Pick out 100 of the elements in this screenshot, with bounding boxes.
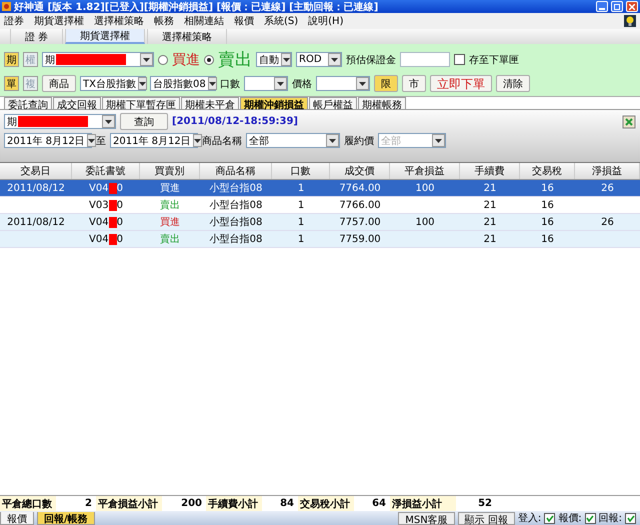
table-cell-text: 21 <box>482 232 498 246</box>
menu-item[interactable]: 證券 <box>4 14 24 28</box>
menu-item[interactable]: 相關連結 <box>184 14 224 28</box>
caret-icon <box>435 138 442 142</box>
account-dropdown[interactable]: 期 <box>42 52 154 67</box>
radio-button[interactable] <box>204 54 214 64</box>
column-header[interactable]: 手續費 <box>460 163 520 179</box>
account-dropdown[interactable]: 期 <box>4 114 116 129</box>
checkbox[interactable] <box>454 54 465 65</box>
clear-button[interactable]: 清除 <box>496 75 530 92</box>
menu-item[interactable]: 系統(S) <box>264 14 298 28</box>
submit-button[interactable]: 立即下單 <box>430 75 492 92</box>
tab[interactable]: 期權未平倉 <box>181 97 239 109</box>
toggle-button[interactable]: 單 <box>4 76 19 91</box>
dropdown-button[interactable] <box>138 77 147 90</box>
column-header[interactable]: 淨損益 <box>575 163 640 179</box>
quantity-spinner[interactable] <box>244 76 288 91</box>
checkbox[interactable] <box>544 512 556 524</box>
summary-label: 平倉總口數 <box>0 496 56 511</box>
dropdown-button[interactable] <box>328 53 341 66</box>
table-cell-text: 21 <box>482 216 498 230</box>
column-header[interactable]: 商品名稱 <box>200 163 272 179</box>
tab[interactable]: 期權下單暫存匣 <box>102 97 180 109</box>
dropdown-button[interactable] <box>140 53 153 66</box>
table-cell-text: 買進 <box>160 182 180 196</box>
table-cell-text: 2011/08/12 <box>6 216 66 230</box>
mode-dropdown[interactable]: 自動 <box>256 52 292 67</box>
column-header[interactable]: 買賣別 <box>140 163 200 179</box>
checkbox[interactable] <box>625 512 636 524</box>
toggle-button[interactable]: 期 <box>4 52 19 67</box>
column-header[interactable]: 委託書號 <box>72 163 140 179</box>
dropdown-button[interactable] <box>326 134 339 147</box>
dropdown-button[interactable] <box>281 53 291 66</box>
dropdown-button[interactable] <box>102 115 115 128</box>
caret-icon <box>282 58 290 62</box>
table-cell-text: 7757.00 <box>338 216 382 230</box>
table-row[interactable]: 2011/08/12 V04 0 買進 小型台指08 1 7764.00 100 21 16 26 <box>0 180 640 197</box>
column-header[interactable]: 交易日 <box>0 163 72 179</box>
table-cell-text: 100 <box>414 182 436 196</box>
caret-icon <box>194 138 201 142</box>
summary-label: 淨損益小計 <box>390 496 456 511</box>
query-button[interactable]: 查詢 <box>120 113 168 130</box>
status-label: 回報: <box>598 512 622 525</box>
table-row[interactable]: 2011/08/12 V04 0 買進 小型台指08 1 7757.00 100 21 16 26 <box>0 214 640 231</box>
table-cell-text: 7764.00 <box>338 182 382 196</box>
close-button[interactable] <box>626 1 638 12</box>
column-header[interactable]: 平倉損益 <box>390 163 460 179</box>
menu-item[interactable]: 帳務 <box>154 14 174 28</box>
caret-icon <box>329 138 336 142</box>
table-cell-text: 2011/08/12 <box>6 182 66 196</box>
product-dropdown[interactable]: TX台股指數 <box>80 76 146 91</box>
tab[interactable]: 期貨選擇權 <box>65 29 146 44</box>
menu-item[interactable]: 選擇權策略 <box>94 14 144 28</box>
product-button[interactable]: 商品 <box>42 75 76 92</box>
dropdown-button[interactable] <box>192 134 202 147</box>
menu-item[interactable]: 報價 <box>234 14 254 28</box>
price-type-button[interactable]: 市 <box>402 75 426 92</box>
tab[interactable]: 報價 <box>0 512 34 524</box>
checkbox[interactable] <box>584 512 596 524</box>
tab[interactable]: 期權沖銷損益 <box>240 97 308 109</box>
status-button[interactable]: 顯示 回報 <box>458 512 515 524</box>
lightbulb-icon[interactable] <box>624 15 636 27</box>
dropdown-button[interactable] <box>274 77 287 90</box>
minimize-button[interactable] <box>596 1 608 12</box>
app-icon <box>2 2 11 11</box>
status-button[interactable]: MSN客服 <box>398 512 455 524</box>
contract-dropdown[interactable]: 台股指數08 <box>150 76 216 91</box>
column-header[interactable]: 口數 <box>272 163 330 179</box>
dropdown-button[interactable] <box>86 134 96 147</box>
spreadsheet-icon[interactable] <box>622 114 636 128</box>
menu-item[interactable]: 期貨選擇權 <box>34 14 84 28</box>
table-cell-text: 100 <box>414 216 436 230</box>
price-type-button[interactable]: 限 <box>374 75 398 92</box>
menu-item[interactable]: 說明(H) <box>308 14 344 28</box>
tab[interactable]: 成交回報 <box>53 97 101 109</box>
caret-icon <box>331 58 338 62</box>
check-icon <box>586 514 594 522</box>
tab[interactable]: 回報/帳務 <box>37 512 95 524</box>
table-row[interactable]: V04 0 賣出 小型台指08 1 7759.00 21 16 <box>0 231 640 248</box>
column-header[interactable]: 交易稅 <box>520 163 575 179</box>
dropdown-button[interactable] <box>356 77 369 90</box>
summary-value: 52 <box>477 497 493 511</box>
check-icon <box>626 514 634 522</box>
column-header[interactable]: 成交價 <box>330 163 390 179</box>
radio-button[interactable] <box>158 54 168 64</box>
margin-field[interactable] <box>400 52 450 67</box>
tab[interactable]: 帳戶權益 <box>309 97 357 109</box>
tab[interactable]: 委託查詢 <box>4 97 52 109</box>
summary-label: 手續費小計 <box>206 496 262 511</box>
table-cell-text: 小型台指08 <box>208 182 264 196</box>
table-row[interactable]: V03 0 賣出 小型台指08 1 7766.00 21 16 <box>0 197 640 214</box>
product-dropdown[interactable]: 全部 <box>246 133 340 148</box>
tif-dropdown[interactable]: ROD <box>296 52 342 67</box>
redaction-bar <box>108 234 117 244</box>
table-cell-text: V04 0 <box>88 216 124 230</box>
dropdown-button[interactable] <box>208 77 217 90</box>
tab[interactable]: 期權帳務 <box>358 97 406 109</box>
caret-icon <box>88 138 95 142</box>
status-label: 登入: <box>518 512 542 525</box>
maximize-button[interactable] <box>611 1 623 12</box>
